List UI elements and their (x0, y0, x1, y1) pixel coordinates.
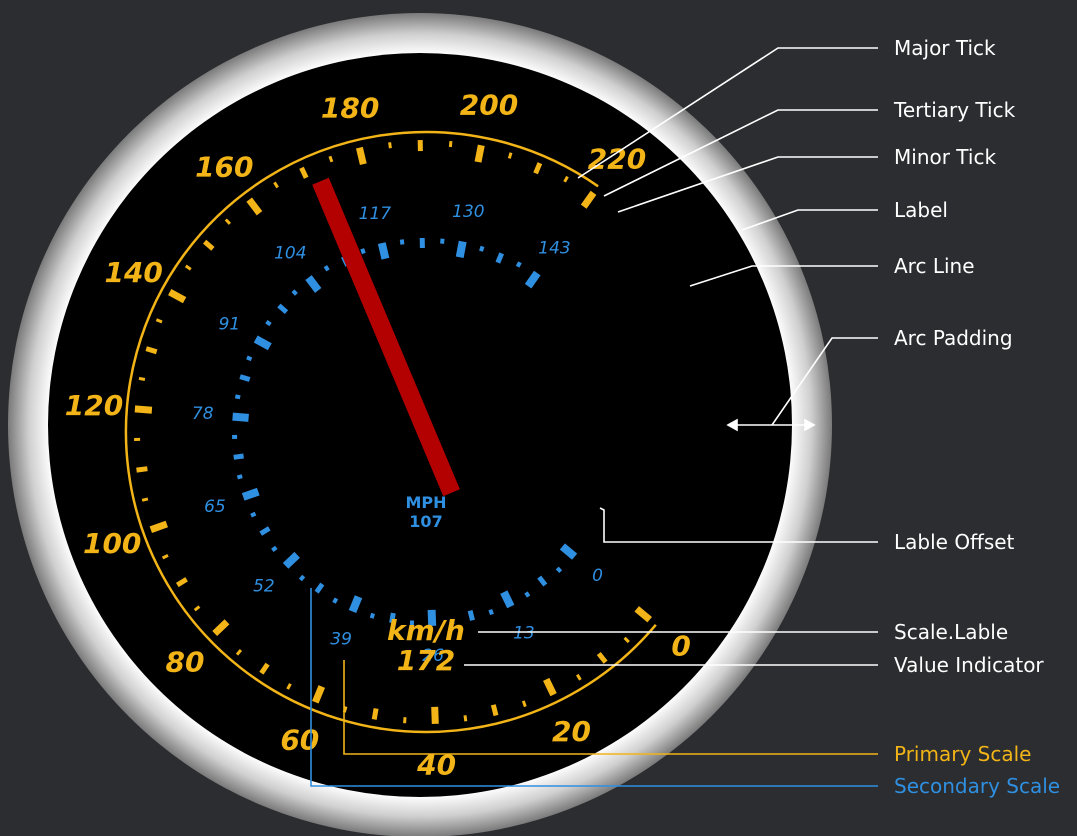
secondary-major-tick (348, 595, 363, 614)
secondary-tertiary-tick (360, 248, 366, 255)
secondary-label-13: 13 (513, 624, 535, 644)
secondary-major-tick (455, 240, 467, 258)
secondary-label-143: 143 (538, 239, 570, 259)
callout-scale-label: Scale.Lable (894, 620, 1008, 644)
primary-label-0: 0 (671, 630, 690, 663)
secondary-tertiary-tick (271, 545, 278, 553)
primary-major-tick (134, 405, 153, 414)
primary-minor-tick (490, 704, 499, 717)
callout-arc-padding: Arc Padding (894, 326, 1013, 350)
secondary-tertiary-tick (524, 591, 531, 598)
primary-major-tick (431, 706, 439, 725)
speedometer-diagram: 020406080100120140160180 200220 013263952… (8, 13, 1060, 836)
callout-major-tick: Major Tick (894, 36, 996, 60)
primary-label-80: 80 (166, 645, 205, 678)
callout-tertiary-tick: Tertiary Tick (893, 98, 1016, 122)
primary-tertiary-tick (521, 700, 527, 708)
secondary-tertiary-tick (332, 597, 339, 604)
secondary-major-tick (232, 412, 249, 422)
primary-label-160: 160 (195, 151, 253, 184)
primary-label-60: 60 (280, 724, 319, 757)
primary-minor-tick (371, 708, 379, 720)
primary-unit-label: km/h (387, 614, 465, 647)
secondary-label-0: 0 (592, 566, 603, 586)
secondary-tertiary-tick (250, 511, 257, 518)
primary-tertiary-tick (507, 152, 513, 159)
primary-value-indicator: 172 (397, 644, 455, 677)
primary-major-tick (355, 146, 367, 166)
secondary-tertiary-tick (555, 566, 563, 573)
secondary-label-117: 117 (359, 204, 392, 224)
callout-minor-tick: Minor Tick (894, 145, 996, 169)
secondary-label-52: 52 (253, 577, 275, 597)
primary-label-100: 100 (83, 527, 141, 560)
secondary-label-104: 104 (274, 244, 306, 264)
secondary-minor-tick (233, 453, 244, 460)
primary-label-140: 140 (104, 256, 162, 289)
primary-label-180: 180 (321, 91, 379, 124)
primary-label-200: 200 (460, 89, 518, 122)
secondary-unit-label: MPH (405, 493, 446, 512)
secondary-label-78: 78 (192, 404, 214, 424)
callout-secondary-scale: Secondary Scale (894, 774, 1060, 798)
callout-value-indicator: Value Indicator (894, 653, 1044, 677)
secondary-tertiary-tick (298, 574, 306, 582)
gauge: 020406080100120140160180 200220 013263952… (8, 13, 832, 836)
secondary-tertiary-tick (323, 265, 330, 272)
secondary-major-tick (241, 487, 260, 501)
secondary-tertiary-tick (369, 612, 376, 619)
secondary-label-65: 65 (204, 497, 226, 517)
primary-tertiary-tick (328, 155, 334, 163)
secondary-tertiary-tick (399, 239, 405, 245)
primary-tertiary-tick (138, 376, 146, 381)
primary-tertiary-tick (388, 142, 392, 149)
secondary-minor-tick (239, 374, 251, 382)
secondary-tertiary-tick (479, 245, 485, 252)
secondary-value-indicator: 107 (409, 512, 442, 531)
primary-major-tick (474, 144, 485, 163)
secondary-label-130: 130 (452, 202, 484, 222)
secondary-tertiary-tick (236, 474, 243, 480)
primary-tertiary-tick (463, 715, 468, 722)
secondary-label-91: 91 (219, 315, 241, 335)
primary-label-20: 20 (552, 715, 591, 748)
primary-label-220: 220 (588, 143, 646, 176)
callout-label: Label (894, 198, 948, 222)
secondary-tertiary-tick (246, 355, 253, 362)
primary-tertiary-tick (155, 318, 163, 324)
callout-label-offset: Lable Offset (894, 530, 1015, 554)
callout-primary-scale: Primary Scale (894, 742, 1031, 766)
callout-arc-line: Arc Line (894, 254, 975, 278)
callout-labels: Major Tick Tertiary Tick Minor Tick Labe… (893, 36, 1060, 798)
primary-minor-tick (145, 346, 158, 355)
secondary-tertiary-tick (488, 609, 494, 616)
secondary-minor-tick (467, 609, 475, 621)
secondary-major-tick (377, 242, 390, 260)
secondary-tertiary-tick (291, 289, 298, 296)
secondary-tertiary-tick (515, 261, 522, 268)
primary-tertiary-tick (141, 497, 149, 502)
primary-minor-tick (136, 466, 148, 473)
secondary-readout: MPH 107 (405, 493, 446, 531)
secondary-label-39: 39 (330, 629, 352, 649)
secondary-tertiary-tick (234, 394, 241, 400)
secondary-tertiary-tick (265, 320, 272, 327)
primary-tertiary-tick (448, 140, 453, 148)
primary-label-120: 120 (65, 389, 123, 422)
